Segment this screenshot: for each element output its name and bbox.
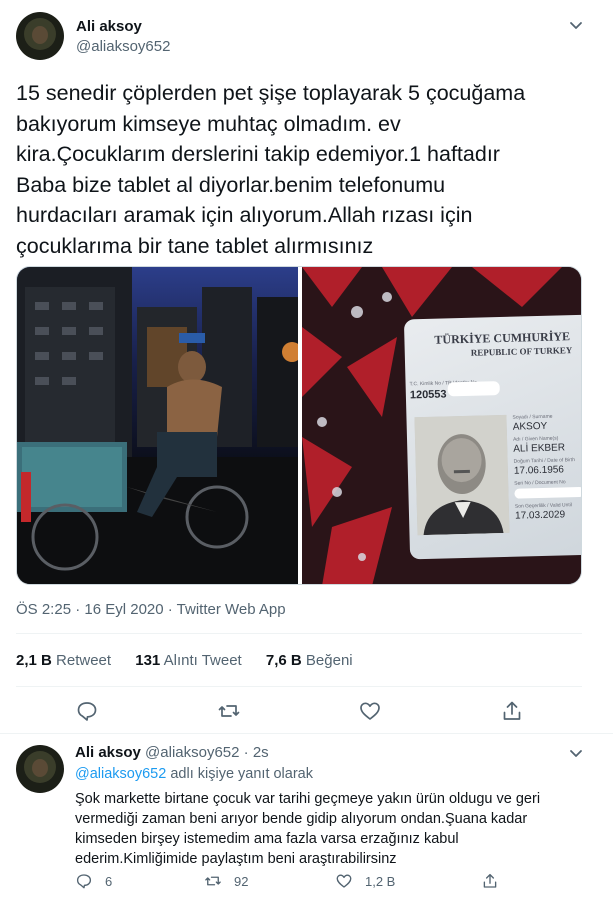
dob-label: Doğum Tarihi / Date of Birth bbox=[513, 457, 576, 465]
dob-value: 17.06.1956 bbox=[513, 464, 565, 477]
reply-to-suffix: adlı kişiye yanıt olarak bbox=[166, 766, 313, 782]
retweet-count: 2,1 B bbox=[16, 652, 52, 669]
id-card: TÜRKİYE CUMHURİYE REPUBLIC OF TURKEY T.C… bbox=[403, 314, 581, 560]
author-handle[interactable]: @aliaksoy652 bbox=[76, 38, 170, 55]
retweet-icon[interactable] bbox=[204, 872, 222, 890]
reply-text: Şok markette birtane çocuk var tarihi ge… bbox=[75, 791, 541, 867]
reply-count: 6 bbox=[105, 873, 113, 889]
reply-author-line: Ali aksoy @aliaksoy652 · 2s bbox=[75, 744, 269, 761]
like-icon[interactable] bbox=[358, 699, 382, 723]
quote-label: Alıntı Tweet bbox=[163, 652, 242, 669]
chevron-down-icon[interactable] bbox=[567, 744, 585, 762]
reply-avatar[interactable] bbox=[16, 745, 64, 793]
like-label: Beğeni bbox=[305, 652, 353, 669]
reply-like-count: 1,2 B bbox=[365, 873, 396, 889]
like-count: 7,6 B bbox=[265, 652, 302, 669]
quote-count-stat[interactable]: 131 Alıntı Tweet bbox=[135, 652, 241, 669]
reply-retweet-action[interactable]: 92 bbox=[204, 872, 248, 890]
retweet-icon[interactable] bbox=[217, 699, 241, 723]
id-number: 120553 bbox=[409, 388, 447, 402]
like-count-stat[interactable]: 7,6 B Beğeni bbox=[266, 652, 353, 669]
retweet-count-stat[interactable]: 2,1 B Retweet bbox=[16, 652, 111, 669]
reply-author-handle[interactable]: @aliaksoy652 bbox=[145, 744, 239, 761]
retweet-label: Retweet bbox=[56, 652, 112, 669]
reply-retweet-count: 92 bbox=[234, 873, 249, 889]
share-icon[interactable] bbox=[481, 872, 499, 890]
quote-count: 131 bbox=[135, 652, 161, 669]
avatar[interactable] bbox=[16, 12, 64, 60]
chevron-down-icon[interactable] bbox=[567, 16, 585, 34]
tweet-media[interactable]: TÜRKİYE CUMHURİYE REPUBLIC OF TURKEY T.C… bbox=[16, 266, 582, 585]
reply-to-handle-link[interactable]: @aliaksoy652 bbox=[75, 766, 166, 782]
expiry-value: 17.03.2029 bbox=[514, 509, 566, 522]
photo-id-card[interactable]: TÜRKİYE CUMHURİYE REPUBLIC OF TURKEY T.C… bbox=[302, 267, 581, 584]
document-number-label: Seri No / Document No bbox=[514, 479, 566, 487]
reply-author-name[interactable]: Ali aksoy bbox=[75, 744, 141, 761]
tweet-timestamp[interactable]: ÖS 2:25 · 16 Eyl 2020 · Twitter Web App bbox=[16, 601, 286, 618]
tweet-text: 15 senedir çöplerden pet şişe toplayarak… bbox=[16, 81, 526, 258]
night-scene-illustration bbox=[17, 267, 302, 584]
document-number-redaction bbox=[514, 486, 581, 499]
tweet-stats: 2,1 B Retweet 131 Alıntı Tweet 7,6 B Beğ… bbox=[16, 652, 373, 669]
reply-reply-action[interactable]: 6 bbox=[75, 872, 112, 890]
id-photo bbox=[414, 414, 510, 536]
divider bbox=[16, 686, 582, 687]
surname-value: AKSOY bbox=[512, 420, 548, 433]
id-card-subtitle: REPUBLIC OF TURKEY bbox=[470, 345, 573, 358]
photo-man-on-cargo-bike[interactable] bbox=[17, 267, 302, 584]
divider bbox=[0, 733, 613, 734]
divider bbox=[16, 633, 582, 634]
author-name[interactable]: Ali aksoy bbox=[76, 18, 142, 35]
id-number-redaction bbox=[447, 381, 500, 397]
like-icon[interactable] bbox=[335, 872, 353, 890]
reply-like-action[interactable]: 1,2 B bbox=[335, 872, 395, 890]
reply-context: @aliaksoy652 adlı kişiye yanıt olarak bbox=[75, 766, 313, 782]
portrait-illustration bbox=[414, 414, 510, 536]
share-icon[interactable] bbox=[500, 699, 524, 723]
reply-icon[interactable] bbox=[75, 872, 93, 890]
given-name-label: Adı / Given Name(s) bbox=[512, 435, 559, 443]
reply-icon[interactable] bbox=[75, 699, 99, 723]
reply-age[interactable]: · 2s bbox=[244, 744, 269, 761]
given-name-value: ALİ EKBER bbox=[513, 442, 566, 455]
surname-label: Soyadı / Surname bbox=[512, 413, 553, 421]
tweet-card: Ali aksoy @aliaksoy652 15 senedir çöpler… bbox=[0, 0, 613, 903]
